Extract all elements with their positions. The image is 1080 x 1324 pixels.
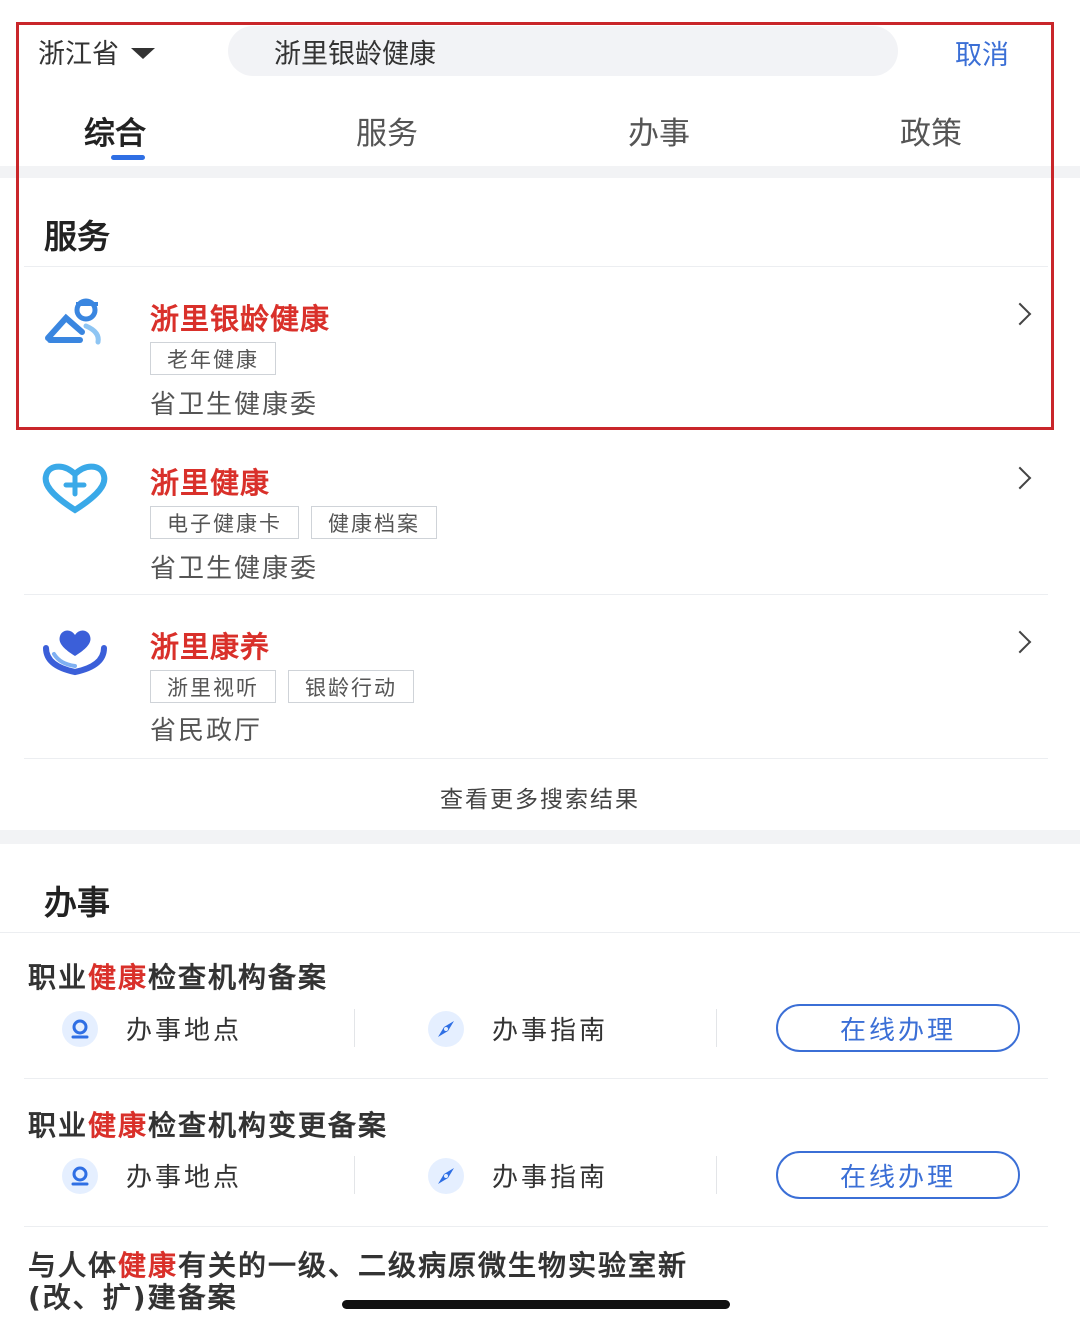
tab-services[interactable]: 服务 <box>356 108 418 153</box>
service-tag: 健康档案 <box>311 506 437 539</box>
compass-icon <box>428 1157 464 1194</box>
service-name: 浙里健康 <box>150 466 271 500</box>
divider <box>24 1226 1048 1227</box>
province-label: 浙江省 <box>38 39 119 70</box>
province-selector[interactable]: 浙江省 <box>38 32 155 71</box>
affair-title-text: (改、扩)建备案 <box>28 1281 238 1314</box>
compass-icon <box>428 1010 464 1047</box>
location-label: 办事地点 <box>126 1016 243 1046</box>
service-tag: 浙里视听 <box>150 670 276 703</box>
section-gap <box>0 830 1080 844</box>
affair-title-text: 与人体 <box>28 1249 119 1282</box>
location-label: 办事地点 <box>126 1163 243 1193</box>
divider <box>24 594 1048 595</box>
guide-button[interactable]: 办事指南 <box>428 1010 608 1047</box>
caret-down-icon <box>131 48 155 59</box>
active-tab-indicator <box>111 155 145 160</box>
divider <box>24 1078 1048 1079</box>
location-pin-icon <box>62 1157 98 1194</box>
services-section-title: 服务 <box>44 217 110 256</box>
service-tags: 浙里视听 银龄行动 <box>150 670 414 703</box>
online-apply-button[interactable]: 在线办理 <box>776 1151 1020 1199</box>
service-name: 浙里银龄健康 <box>150 302 331 336</box>
affair-title-text: 有关的一级、二级病原微生物实验室新 <box>178 1249 689 1282</box>
service-tag: 电子健康卡 <box>150 506 299 539</box>
service-tags: 老年健康 <box>150 342 276 375</box>
affair-title[interactable]: 职业健康检查机构备案 <box>28 956 328 996</box>
service-tags: 电子健康卡 健康档案 <box>150 506 437 539</box>
tab-affairs[interactable]: 办事 <box>628 108 690 153</box>
elder-care-icon <box>45 298 101 345</box>
affair-title-text: 职业 <box>28 1109 89 1142</box>
separator <box>716 1156 717 1194</box>
search-value: 浙里银龄健康 <box>274 38 436 70</box>
service-dept: 省卫生健康委 <box>150 554 319 584</box>
divider <box>24 266 1048 267</box>
online-apply-button[interactable]: 在线办理 <box>776 1004 1020 1052</box>
location-button[interactable]: 办事地点 <box>62 1010 242 1047</box>
section-gap <box>0 166 1080 178</box>
divider <box>24 758 1048 759</box>
guide-button[interactable]: 办事指南 <box>428 1157 608 1194</box>
home-indicator <box>342 1300 730 1309</box>
more-results-link[interactable]: 查看更多搜索结果 <box>0 780 1080 814</box>
guide-label: 办事指南 <box>492 1163 609 1193</box>
affair-title-text: 检查机构备案 <box>148 961 329 994</box>
affair-title-highlight: 健康 <box>88 961 149 994</box>
separator <box>716 1009 717 1047</box>
cancel-button[interactable]: 取消 <box>955 33 1009 72</box>
affair-title-text: 职业 <box>28 961 89 994</box>
tab-policy[interactable]: 政策 <box>900 108 962 153</box>
affair-title-highlight: 健康 <box>118 1249 179 1282</box>
separator <box>354 1156 355 1194</box>
service-dept: 省民政厅 <box>150 716 263 746</box>
tab-comprehensive[interactable]: 综合 <box>84 108 146 153</box>
heart-plus-icon <box>42 463 108 514</box>
affair-title[interactable]: 职业健康检查机构变更备案 <box>28 1104 388 1144</box>
heart-hands-icon <box>43 630 107 676</box>
service-tag: 银龄行动 <box>288 670 414 703</box>
service-dept: 省卫生健康委 <box>150 390 319 420</box>
guide-label: 办事指南 <box>492 1016 609 1046</box>
affair-title-highlight: 健康 <box>88 1109 149 1142</box>
separator <box>354 1009 355 1047</box>
affair-title-text: 检查机构变更备案 <box>148 1109 389 1142</box>
service-tag: 老年健康 <box>150 342 276 375</box>
search-input[interactable]: 浙里银龄健康 <box>228 26 898 76</box>
location-pin-icon <box>62 1010 98 1047</box>
affairs-section-title: 办事 <box>44 883 110 922</box>
divider <box>0 932 1080 933</box>
location-button[interactable]: 办事地点 <box>62 1157 242 1194</box>
service-name: 浙里康养 <box>150 630 271 664</box>
